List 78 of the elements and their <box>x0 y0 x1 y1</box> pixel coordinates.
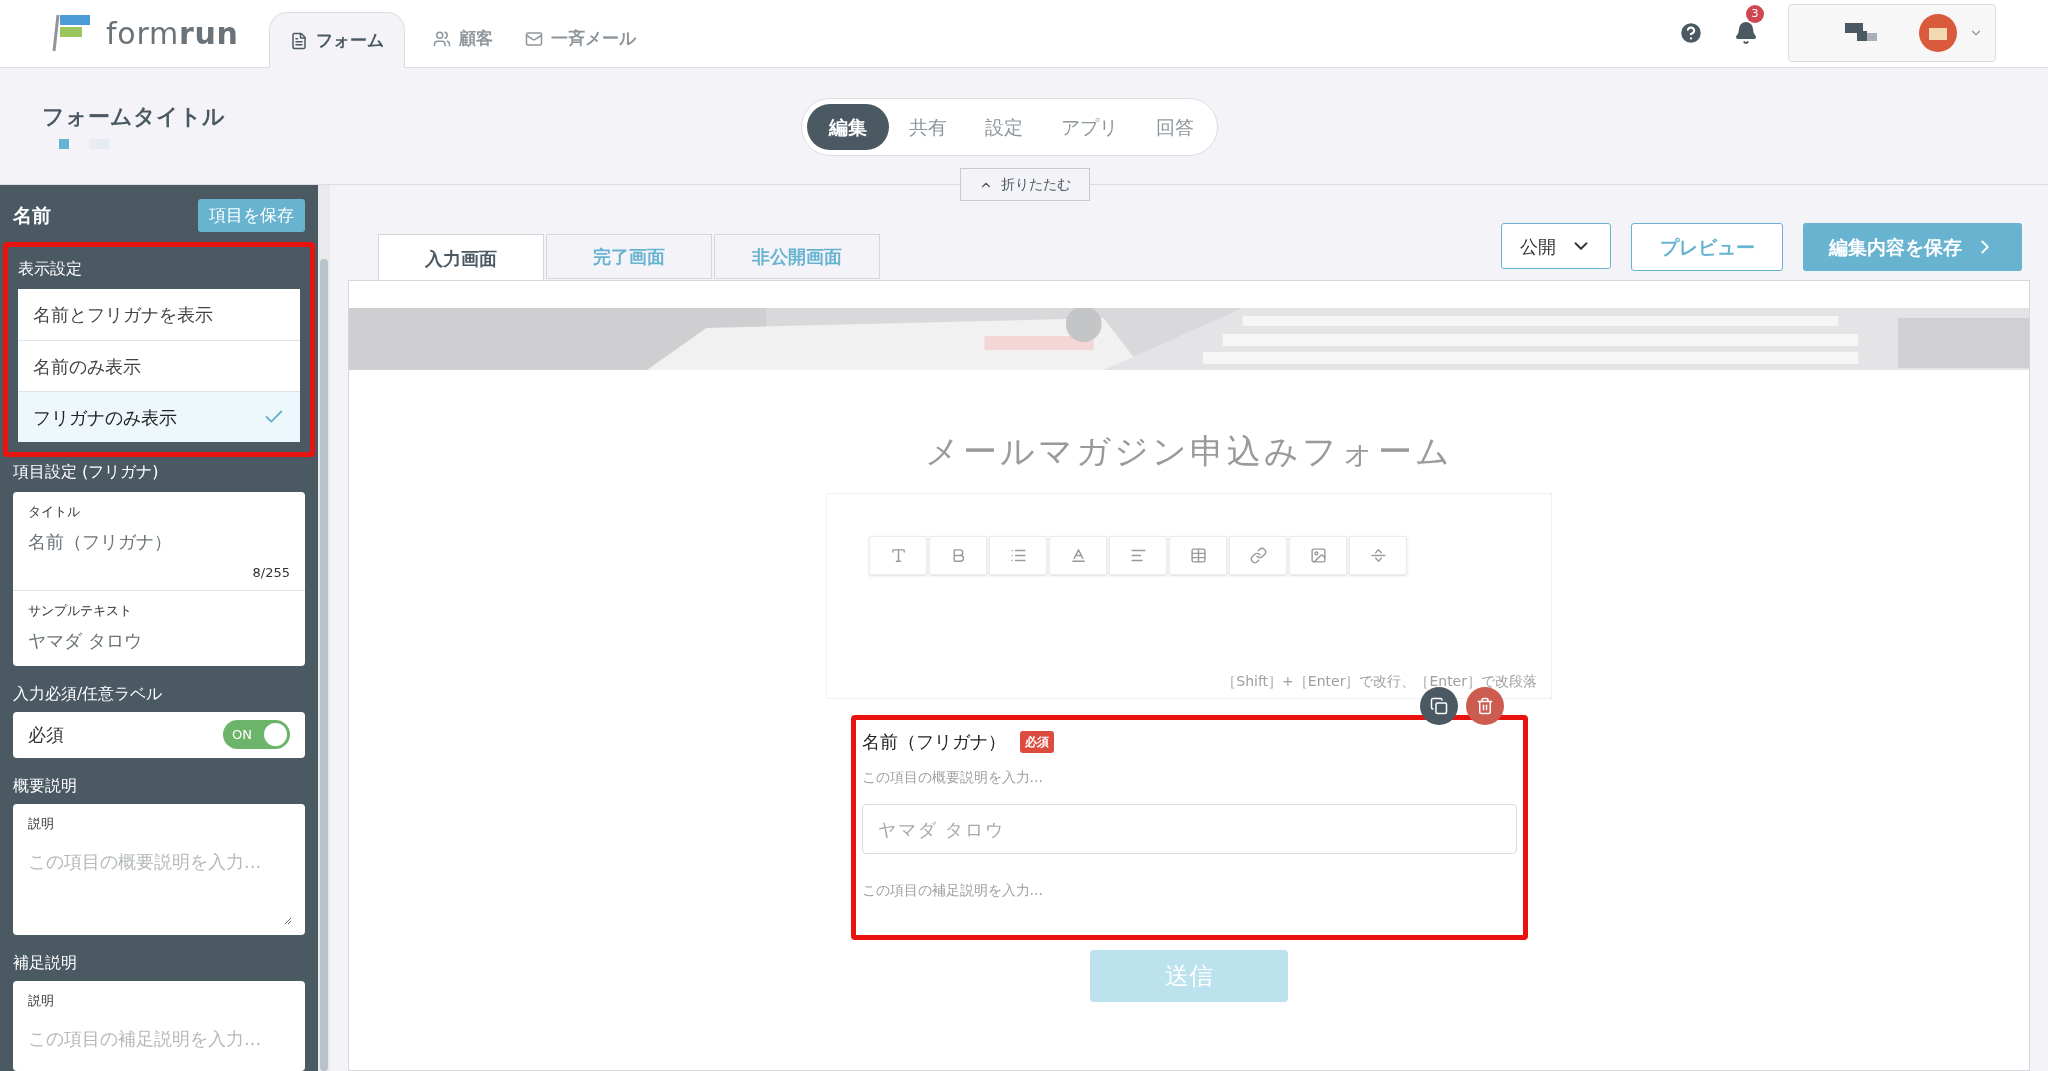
title-input[interactable]: 名前（フリガナ） <box>28 527 290 555</box>
description-textarea[interactable]: 説明 この項目の概要説明を入力... <box>13 804 305 935</box>
nav-tab[interactable]: 顧客 <box>416 11 509 67</box>
section-tab[interactable]: 共有 <box>890 104 965 150</box>
editor-hint: ［Shift］+［Enter］で改行、［Enter］で改段落 <box>1222 672 1537 691</box>
trash-icon <box>1476 697 1494 715</box>
field-label: 名前（フリガナ） <box>861 730 1006 754</box>
resize-handle-icon <box>284 917 292 925</box>
link-icon <box>1249 547 1267 564</box>
table-icon <box>1189 547 1207 564</box>
image-icon <box>1309 547 1327 564</box>
character-count: 8/255 <box>252 563 290 582</box>
section-label: 概要説明 <box>13 775 78 797</box>
toolbar-button[interactable] <box>989 536 1047 575</box>
placeholder-text: この項目の概要説明を入力... <box>28 849 263 874</box>
toolbar-button[interactable] <box>1109 536 1167 575</box>
nav-tab[interactable]: 一斉メール <box>508 11 652 67</box>
form-title: フォームタイトル <box>42 103 226 131</box>
toolbar-button[interactable] <box>1349 536 1407 575</box>
description-textarea[interactable]: 説明 この項目の補足説明を入力... <box>13 981 305 1071</box>
toolbar-button[interactable] <box>929 536 987 575</box>
workspace-icon <box>1845 23 1877 43</box>
nav-tab[interactable]: フォーム <box>268 12 405 68</box>
field-caption: タイトル <box>28 503 81 521</box>
font-size-icon <box>889 547 907 564</box>
collapse-button[interactable]: 折りたたむ <box>960 168 1090 201</box>
notification-icon[interactable] <box>1734 21 1758 45</box>
help-icon[interactable] <box>1678 20 1704 46</box>
list-icon <box>1009 547 1027 564</box>
toolbar-button[interactable] <box>1049 536 1107 575</box>
note-field[interactable]: この項目の補足説明を入力... <box>861 878 1517 903</box>
copy-icon <box>1430 697 1448 715</box>
toolbar-button[interactable] <box>1289 536 1347 575</box>
preview-button[interactable]: プレビュー <box>1631 223 1783 271</box>
delete-button[interactable] <box>1466 687 1504 725</box>
divider-icon <box>1369 547 1387 564</box>
document-icon <box>289 31 308 50</box>
description-field[interactable]: この項目の概要説明を入力... <box>861 765 1517 790</box>
field-caption: サンプルテキスト <box>28 602 133 620</box>
section-tab[interactable]: 設定 <box>966 104 1041 150</box>
save-edits-button[interactable]: 編集内容を保存 <box>1803 223 2022 271</box>
mail-icon <box>524 30 543 48</box>
section-label: 項目設定 (フリガナ) <box>13 461 160 483</box>
section-tab[interactable]: 編集 <box>806 104 889 150</box>
required-badge: 必須 <box>1019 730 1054 753</box>
notification-badge: 3 <box>1746 5 1764 23</box>
sidebar-title: 名前 <box>13 203 51 229</box>
toolbar-button[interactable] <box>1169 536 1227 575</box>
toolbar-button[interactable] <box>1229 536 1287 575</box>
required-switch[interactable]: ON <box>223 720 290 750</box>
sample-text-input[interactable]: ヤマダ タロウ <box>28 626 290 654</box>
description-editor[interactable]: ［Shift］+［Enter］で改行、［Enter］で改段落 <box>826 493 1552 699</box>
save-item-button[interactable]: 項目を保存 <box>198 199 305 232</box>
text-color-icon <box>1069 547 1087 564</box>
furigana-input[interactable]: ヤマダ タロウ <box>861 804 1517 854</box>
section-label: 入力必須/任意ラベル <box>13 682 164 705</box>
avatar <box>1919 14 1957 52</box>
placeholder-text: この項目の補足説明を入力... <box>28 1026 263 1051</box>
status-mark <box>59 139 69 149</box>
section-label: 補足説明 <box>13 952 78 974</box>
required-label: 必須 <box>28 723 64 748</box>
align-icon <box>1129 547 1147 564</box>
account-menu[interactable] <box>1788 4 1996 62</box>
screen-tab[interactable]: 入力画面 <box>378 234 544 281</box>
form-heading[interactable]: メールマガジン申込みフォーム <box>925 426 1453 477</box>
display-option[interactable]: フリガナのみ表示 <box>18 391 300 442</box>
screen-tab[interactable]: 非公開画面 <box>714 234 880 279</box>
toolbar-button[interactable] <box>869 536 927 575</box>
section-tab[interactable]: アプリ <box>1042 104 1136 150</box>
logo-text: formrun <box>106 14 239 53</box>
section-label: 表示設定 <box>18 258 83 280</box>
field-caption: 説明 <box>28 992 55 1010</box>
visibility-select[interactable]: 公開 <box>1501 223 1611 269</box>
users-icon <box>432 30 451 48</box>
section-tab[interactable]: 回答 <box>1137 104 1212 150</box>
screen-tab[interactable]: 完了画面 <box>546 234 712 279</box>
duplicate-button[interactable] <box>1420 687 1458 725</box>
field-caption: 説明 <box>28 815 55 833</box>
